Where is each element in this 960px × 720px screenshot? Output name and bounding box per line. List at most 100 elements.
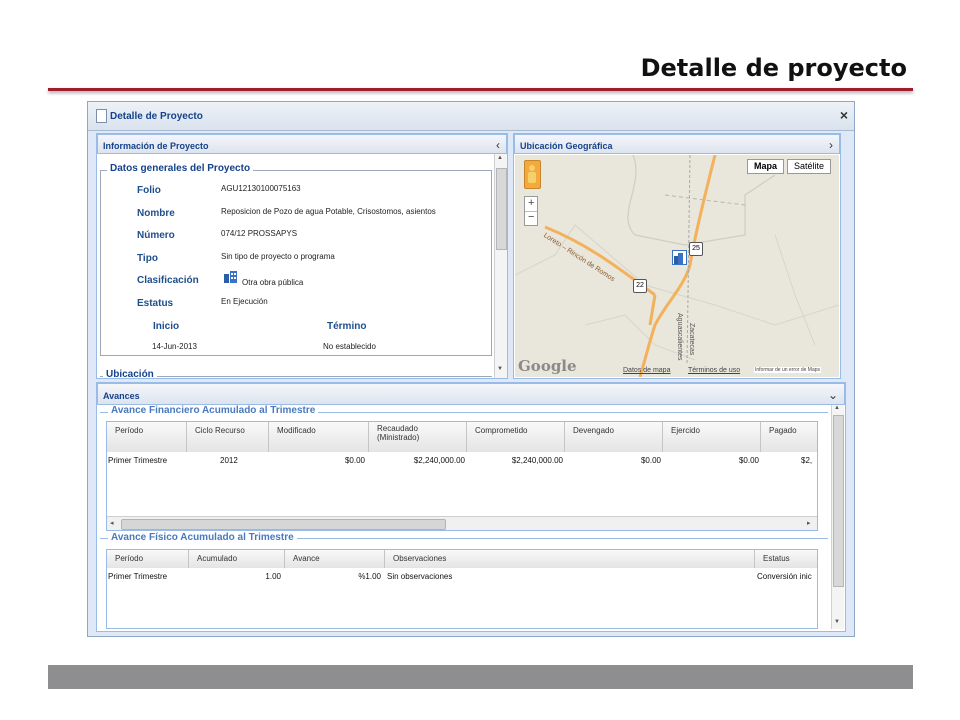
progress-vertical-scrollbar[interactable]: ▲ ▼ [831,405,844,629]
scroll-down-icon[interactable]: ▼ [497,366,503,372]
map-footer: Google Datos de mapa Términos de uso Inf… [515,357,839,377]
map-zoom-control[interactable]: + − [524,196,538,226]
general-data-fieldset: Datos generales del Proyecto Folio AGU12… [100,163,492,356]
estatus-label: Estatus [137,298,174,309]
financial-grid-header: Período Ciclo Recurso Modificado Recauda… [107,422,817,452]
location-map-title: Ubicación Geográfica [520,141,613,151]
financial-progress-legend: Avance Financiero Acumulado al Trimestre [108,405,319,416]
col-pagado[interactable]: Pagado [761,422,817,452]
folio-label: Folio [137,185,161,196]
scroll-up-icon[interactable]: ▲ [834,405,840,411]
info-vertical-scrollbar[interactable]: ▲ ▼ [494,154,507,378]
financial-progress-grid: Período Ciclo Recurso Modificado Recauda… [106,421,818,531]
road-label-vertical-1: Aguascalientes [676,313,683,361]
col-fis-observaciones[interactable]: Observaciones [385,550,755,568]
inicio-label: Inicio [153,321,180,332]
scroll-right-icon[interactable]: ▸ [807,519,811,527]
scroll-left-icon[interactable]: ◂ [110,519,114,527]
general-data-legend: Datos generales del Proyecto [107,163,254,174]
col-ejercido[interactable]: Ejercido [663,422,761,452]
street-view-pegman-icon[interactable] [524,160,541,189]
col-devengado[interactable]: Devengado [565,422,663,452]
col-modificado[interactable]: Modificado [269,422,369,452]
physical-progress-legend: Avance Físico Acumulado al Trimestre [108,532,297,543]
clasificacion-value: Otra obra pública [242,278,304,287]
location-map-panel: Ubicación Geográfica › Mapa Satélite + −… [513,133,841,379]
collapse-left-icon[interactable]: ‹ [496,138,500,152]
map-type-map-button[interactable]: Mapa [747,159,785,174]
financial-scroll-thumb[interactable] [121,519,446,530]
map-data-link[interactable]: Datos de mapa [623,367,670,374]
progress-title: Avances [103,391,140,401]
google-logo: Google [518,357,577,375]
location-fieldset-border [100,376,492,377]
progress-scroll-thumb[interactable] [833,415,844,587]
col-periodo[interactable]: Período [107,422,187,452]
numero-value: 074/12 PROSSAPYS [221,229,298,238]
col-fis-periodo[interactable]: Período [107,550,189,568]
cell-periodo: Primer Trimestre [108,456,168,465]
cell-devengado: $0.00 [640,456,661,465]
title-divider [48,88,913,91]
physical-grid-header: Período Acumulado Avance Observaciones E… [107,550,817,568]
inicio-value: 14-Jun-2013 [152,342,197,351]
cell-pagado: $2, [801,456,813,465]
collapse-down-icon[interactable]: ⌄ [828,388,838,402]
project-detail-window: Detalle de Proyecto × Información de Pro… [87,101,855,637]
tipo-value: Sin tipo de proyecto o programa [221,252,335,261]
physical-progress-grid: Período Acumulado Avance Observaciones E… [106,549,818,629]
cell-fis-avance: %1.00 [358,572,381,581]
map-terms-link[interactable]: Términos de uso [688,367,740,374]
zoom-out-icon[interactable]: − [528,211,534,223]
termino-value: No establecido [323,342,376,351]
col-comprometido[interactable]: Comprometido [467,422,565,452]
zoom-in-icon[interactable]: + [528,197,534,209]
cell-ciclo: 2012 [220,456,238,465]
col-ciclo-recurso[interactable]: Ciclo Recurso [187,422,269,452]
scroll-up-icon[interactable]: ▲ [497,155,503,161]
cell-ejercido: $0.00 [738,456,759,465]
nombre-value: Reposicion de Pozo de agua Potable, Cris… [221,207,436,216]
close-icon[interactable]: × [840,108,848,122]
slide-title: Detalle de proyecto [640,54,907,82]
project-info-body: Datos generales del Proyecto Folio AGU12… [97,154,507,378]
estatus-value: En Ejecución [221,297,268,306]
project-info-header[interactable]: Información de Proyecto ‹ [97,134,507,154]
col-fis-estatus[interactable]: Estatus [755,550,817,568]
report-map-error-link[interactable]: Informar de un error de Maps [754,367,822,373]
building-icon [224,270,237,283]
cell-comprometido: $2,240,000.00 [511,456,563,465]
cell-fis-acumulado: 1.00 [265,572,281,581]
nombre-label: Nombre [137,208,175,219]
folio-value: AGU12130100075163 [221,184,301,193]
progress-header[interactable]: Avances ⌄ [97,383,845,405]
project-info-panel: Información de Proyecto ‹ Datos generale… [96,133,508,379]
window-header[interactable]: Detalle de Proyecto × [88,102,854,131]
cell-fis-estatus: Conversión inic [757,572,812,581]
footer-bar [48,665,913,689]
document-icon [96,109,107,123]
numero-label: Número [137,230,175,241]
location-map-header[interactable]: Ubicación Geográfica › [514,134,840,154]
route-25-shield: 25 [689,242,703,256]
col-fis-avance[interactable]: Avance [285,550,385,568]
project-location-marker-icon[interactable] [672,250,687,265]
expand-right-icon[interactable]: › [829,138,833,152]
route-22-shield: 22 [633,279,647,293]
tipo-label: Tipo [137,253,158,264]
col-fis-acumulado[interactable]: Acumulado [189,550,285,568]
road-label-vertical-2: Zacatecas [688,323,695,356]
info-scroll-thumb[interactable] [496,168,507,250]
location-legend: Ubicación [103,369,157,378]
col-recaudado[interactable]: Recaudado (Ministrado) [369,422,467,452]
cell-fis-observaciones: Sin observaciones [387,572,453,581]
cell-fis-periodo: Primer Trimestre [108,572,168,581]
map-canvas[interactable]: Mapa Satélite + − Loreto – Rincón de Rom… [515,155,839,377]
scroll-down-icon[interactable]: ▼ [834,619,840,625]
cell-recaudado: $2,240,000.00 [413,456,465,465]
map-type-satellite-button[interactable]: Satélite [787,159,832,174]
clasificacion-label: Clasificación [137,275,199,286]
termino-label: Término [327,321,367,332]
window-title: Detalle de Proyecto [110,111,203,122]
financial-horizontal-scrollbar[interactable]: ◂ ▸ [107,516,817,530]
